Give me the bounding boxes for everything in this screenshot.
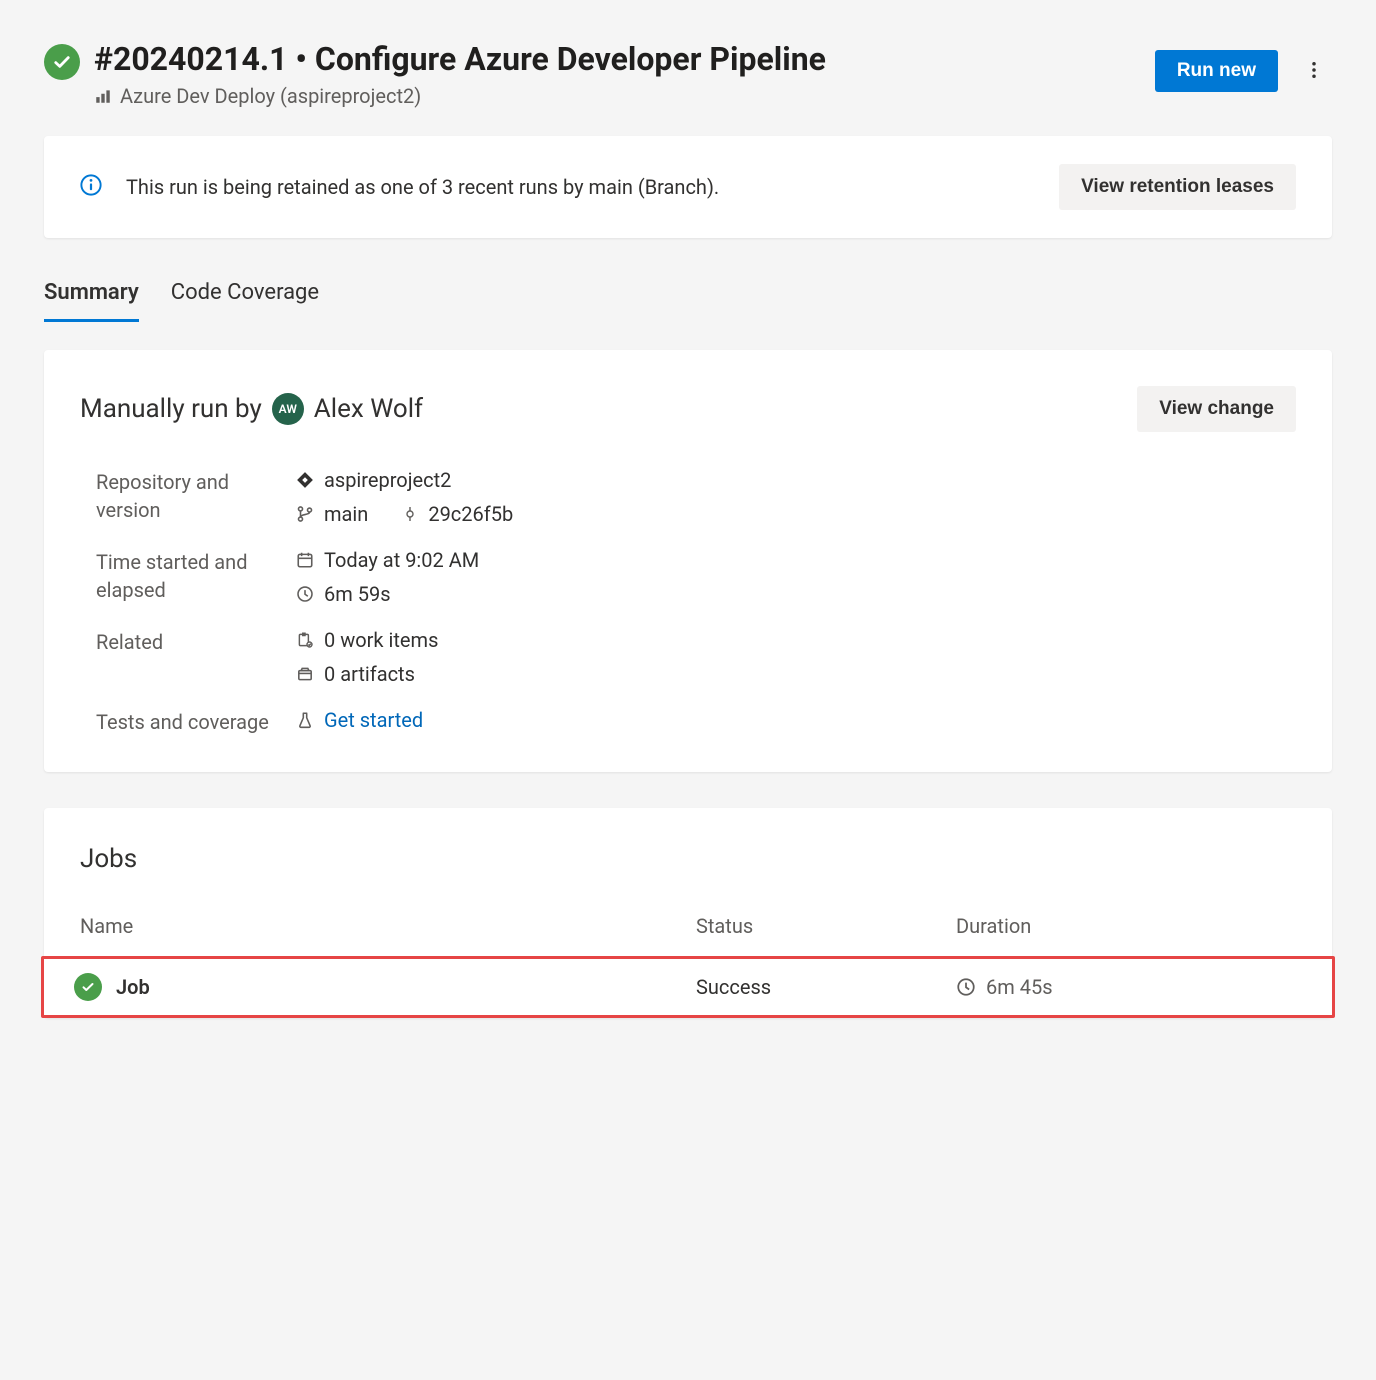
job-duration-cell: 6m 45s xyxy=(956,975,1296,999)
retention-message: This run is being retained as one of 3 r… xyxy=(126,175,719,199)
value-tests: Get started xyxy=(296,708,1296,736)
job-name: Job xyxy=(116,975,150,999)
calendar-icon xyxy=(296,551,314,569)
run-new-button[interactable]: Run new xyxy=(1155,50,1278,92)
clock-icon xyxy=(956,977,976,997)
work-items-text: 0 work items xyxy=(324,628,438,652)
repo-link[interactable]: aspireproject2 xyxy=(324,468,451,492)
run-by-left: Manually run by AW Alex Wolf xyxy=(80,393,423,425)
info-icon xyxy=(80,174,102,201)
tabs: Summary Code Coverage xyxy=(44,274,1332,322)
run-by-user: Alex Wolf xyxy=(314,394,423,424)
retention-left: This run is being retained as one of 3 r… xyxy=(80,174,719,201)
jobs-card: Jobs Name Status Duration Job Success 6m… xyxy=(44,808,1332,1018)
page-title: #20240214.1 • Configure Azure Developer … xyxy=(94,40,826,78)
pipeline-name: Configure Azure Developer Pipeline xyxy=(315,40,826,78)
avatar: AW xyxy=(272,393,304,425)
commit-link[interactable]: 29c26f5b xyxy=(428,502,513,526)
col-name: Name xyxy=(80,914,696,938)
view-change-button[interactable]: View change xyxy=(1137,386,1296,432)
branch-link[interactable]: main xyxy=(324,502,368,526)
artifacts-text: 0 artifacts xyxy=(324,662,415,686)
run-by-prefix: Manually run by xyxy=(80,394,262,424)
retention-card: This run is being retained as one of 3 r… xyxy=(44,136,1332,238)
run-by-row: Manually run by AW Alex Wolf View change xyxy=(80,386,1296,432)
flask-icon xyxy=(296,711,314,729)
col-status: Status xyxy=(696,914,956,938)
tab-code-coverage[interactable]: Code Coverage xyxy=(171,274,319,322)
header-left: #20240214.1 • Configure Azure Developer … xyxy=(44,40,826,108)
run-number: #20240214.1 xyxy=(94,40,287,78)
status-success-icon xyxy=(44,44,80,80)
jobs-highlight-box: Job Success 6m 45s xyxy=(41,956,1335,1018)
title-block: #20240214.1 • Configure Azure Developer … xyxy=(94,40,826,108)
subtitle-row: Azure Dev Deploy (aspireproject2) xyxy=(94,84,826,108)
pipeline-breadcrumb-icon xyxy=(94,87,112,105)
clock-icon xyxy=(296,585,314,603)
label-tests: Tests and coverage xyxy=(96,708,296,736)
vertical-dots-icon xyxy=(1304,60,1324,80)
job-duration: 6m 45s xyxy=(986,975,1053,999)
pipeline-breadcrumb-link[interactable]: Azure Dev Deploy (aspireproject2) xyxy=(120,84,421,108)
get-started-link[interactable]: Get started xyxy=(324,708,423,732)
table-row[interactable]: Job Success 6m 45s xyxy=(44,973,1332,1001)
label-time: Time started and elapsed xyxy=(96,548,296,606)
job-status: Success xyxy=(696,975,956,999)
repo-icon xyxy=(296,471,314,489)
col-duration: Duration xyxy=(956,914,1296,938)
time-started: Today at 9:02 AM xyxy=(324,548,479,572)
job-name-cell: Job xyxy=(74,973,696,1001)
job-success-icon xyxy=(74,973,102,1001)
view-retention-button[interactable]: View retention leases xyxy=(1059,164,1296,210)
label-repo: Repository and version xyxy=(96,468,296,526)
value-related: 0 work items 0 artifacts xyxy=(296,628,1296,686)
branch-icon xyxy=(296,505,314,523)
jobs-header: Name Status Duration xyxy=(44,914,1332,956)
label-related: Related xyxy=(96,628,296,686)
commit-icon xyxy=(402,506,418,522)
artifact-icon xyxy=(296,665,314,683)
work-item-icon xyxy=(296,631,314,649)
value-time: Today at 9:02 AM 6m 59s xyxy=(296,548,1296,606)
value-repo: aspireproject2 main 29c26f5b xyxy=(296,468,1296,526)
time-elapsed: 6m 59s xyxy=(324,582,391,606)
jobs-title: Jobs xyxy=(44,844,1332,874)
tab-summary[interactable]: Summary xyxy=(44,274,139,322)
more-actions-button[interactable] xyxy=(1296,52,1332,91)
detail-grid: Repository and version aspireproject2 ma… xyxy=(96,468,1296,736)
summary-card: Manually run by AW Alex Wolf View change… xyxy=(44,350,1332,772)
header-actions: Run new xyxy=(1155,50,1332,92)
page-header: #20240214.1 • Configure Azure Developer … xyxy=(44,40,1332,108)
